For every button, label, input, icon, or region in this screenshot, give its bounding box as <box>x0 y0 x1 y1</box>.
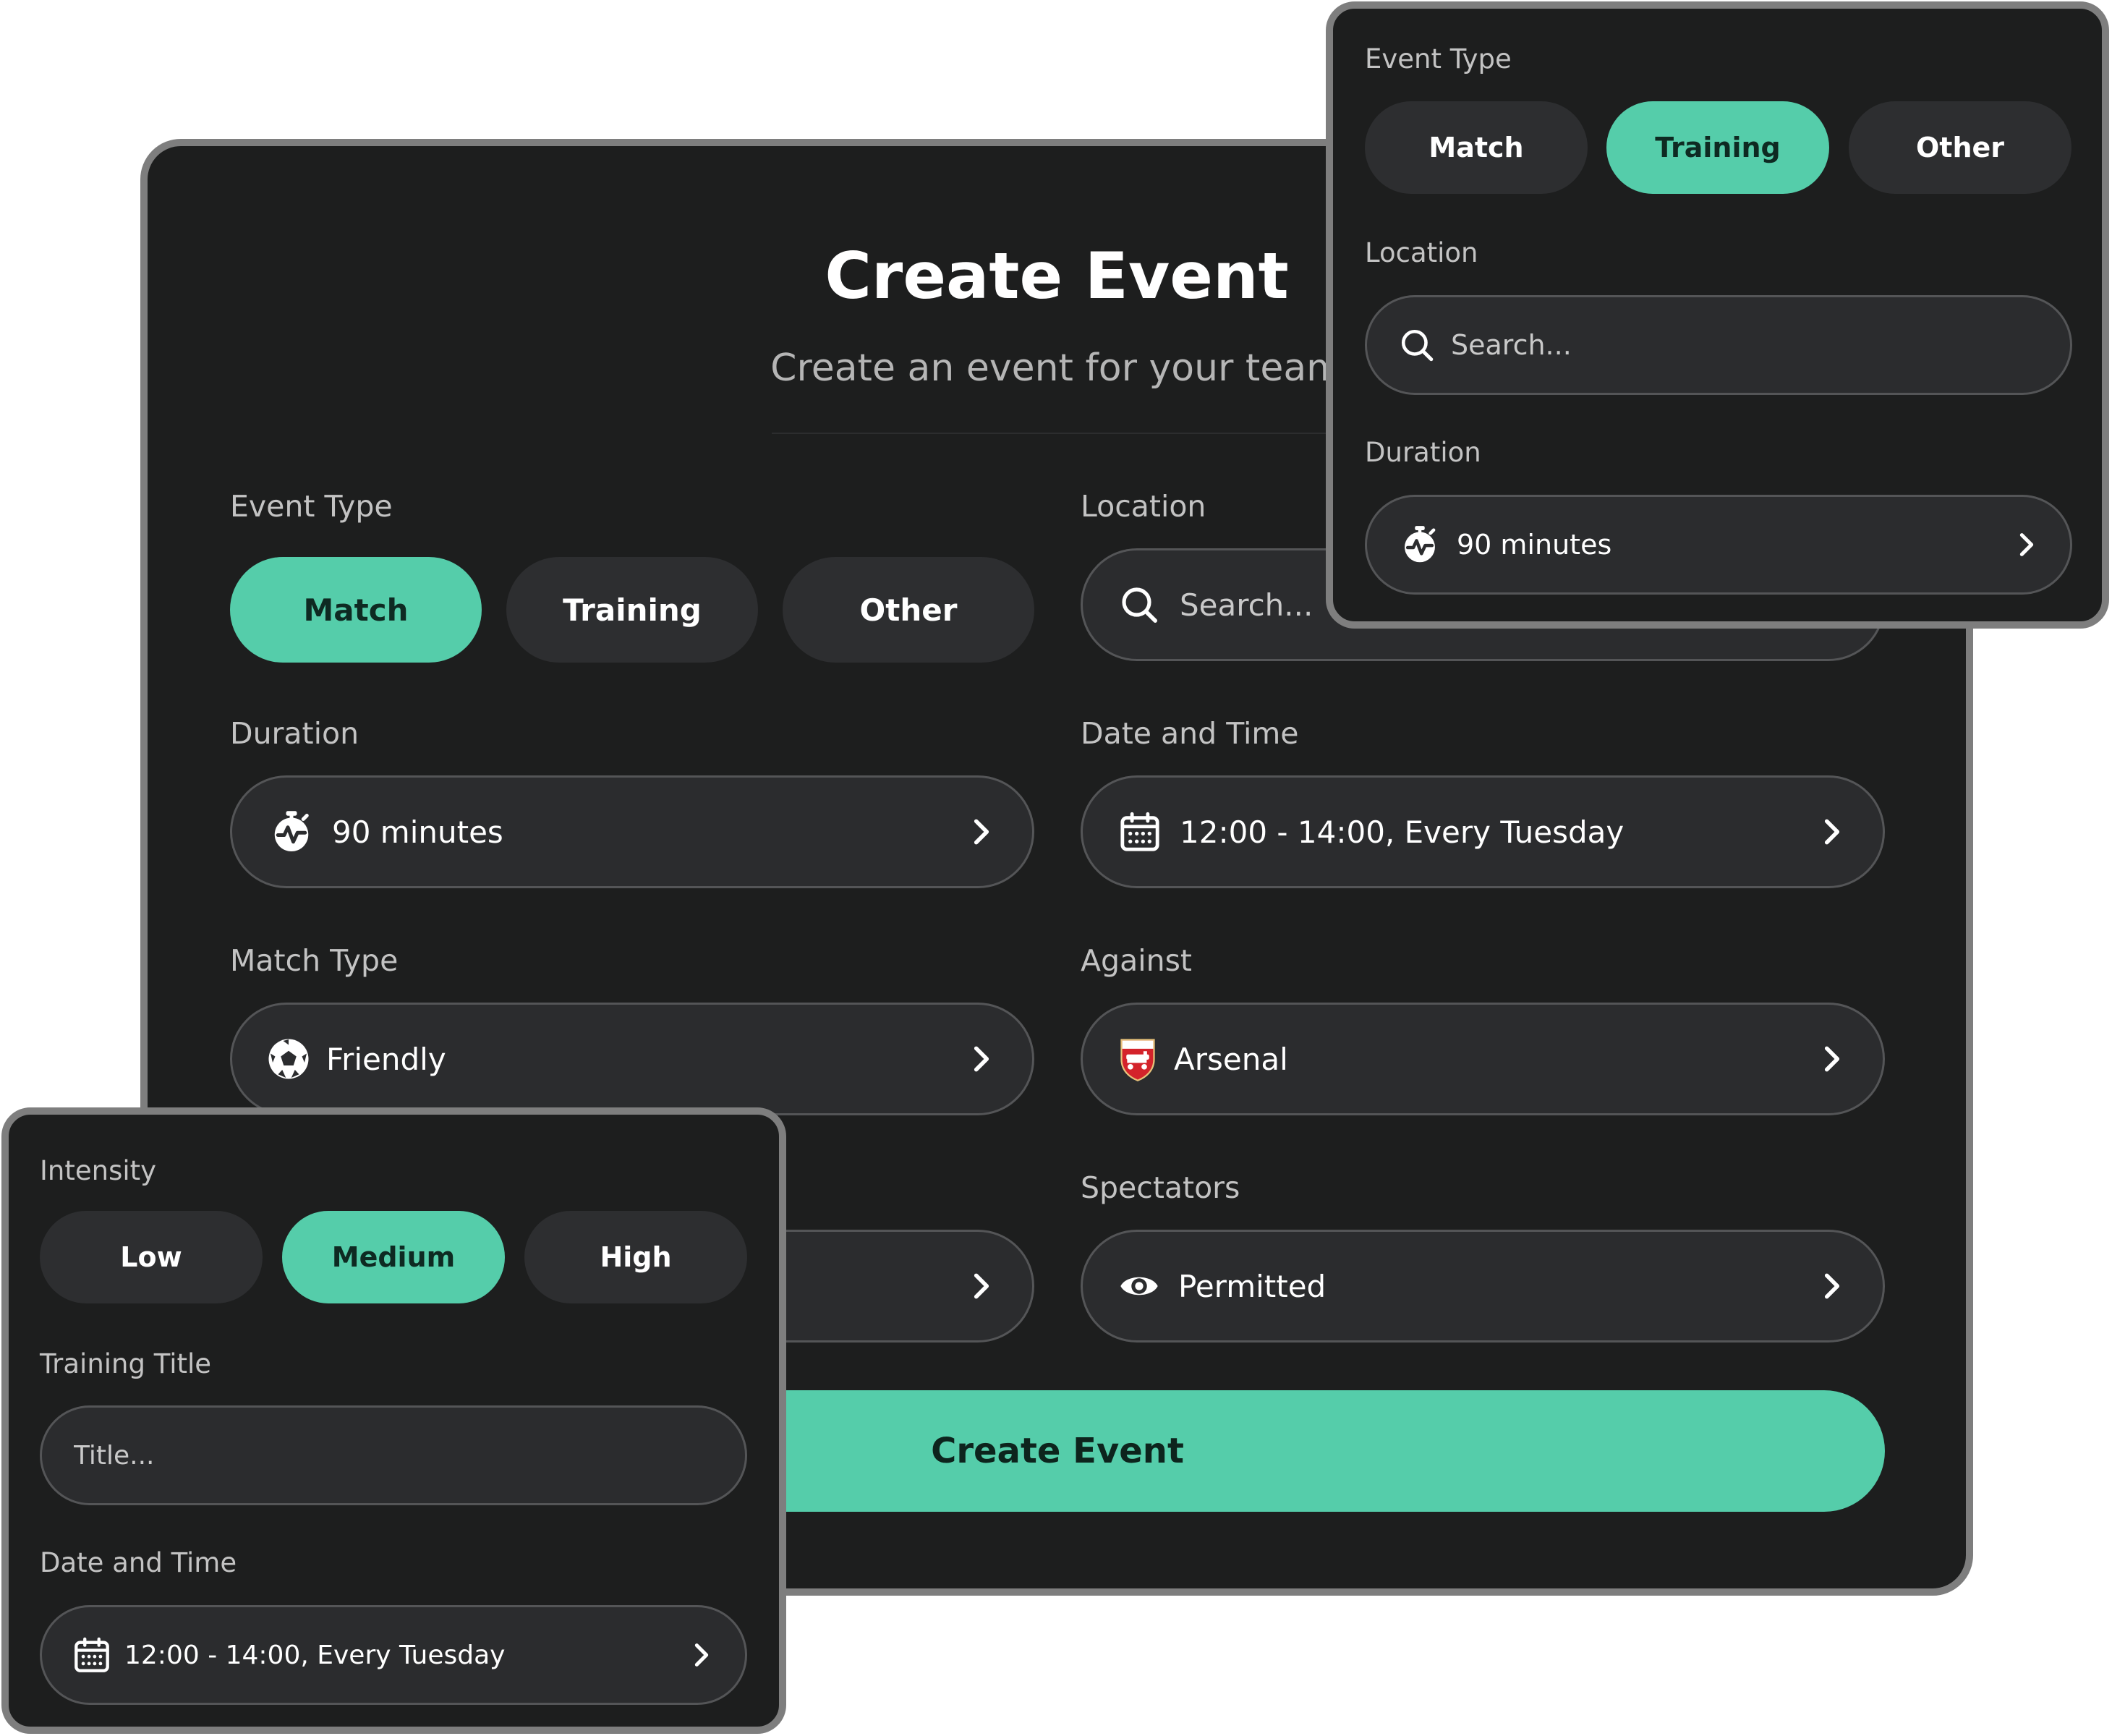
date-time-value: 12:00 - 14:00, Every Tuesday <box>124 1640 506 1670</box>
search-icon <box>1399 327 1435 363</box>
against-select[interactable]: Arsenal <box>1081 1003 1885 1115</box>
duration-label: Duration <box>230 716 359 751</box>
chevron-right-icon <box>1816 1270 1848 1302</box>
intensity-low-option[interactable]: Low <box>40 1211 263 1303</box>
location-label: Location <box>1365 237 1478 268</box>
chevron-right-icon <box>2012 530 2041 559</box>
chevron-right-icon <box>1816 1043 1848 1075</box>
training-event-panel: Event Type Match Training Other Location… <box>1326 1 2109 629</box>
training-details-panel: Intensity Low Medium High Training Title… <box>1 1107 786 1734</box>
header-divider <box>772 433 1342 434</box>
calendar-icon <box>72 1635 111 1675</box>
spectators-select[interactable]: Permitted <box>1081 1230 1885 1343</box>
event-type-label: Event Type <box>1365 43 1512 75</box>
match-type-value: Friendly <box>326 1041 446 1077</box>
spectators-label: Spectators <box>1081 1170 1240 1205</box>
location-search-placeholder: Search... <box>1451 329 1572 361</box>
stopwatch-icon <box>270 810 313 854</box>
event-type-other-option[interactable]: Other <box>1849 101 2071 194</box>
eye-icon <box>1119 1266 1159 1306</box>
date-time-select[interactable]: 12:00 - 14:00, Every Tuesday <box>40 1605 747 1705</box>
location-label: Location <box>1081 489 1206 524</box>
intensity-label: Intensity <box>40 1155 157 1186</box>
date-time-label: Date and Time <box>40 1547 237 1578</box>
duration-value: 90 minutes <box>332 814 503 850</box>
duration-label: Duration <box>1365 437 1481 468</box>
chevron-right-icon <box>966 1270 997 1302</box>
event-type-training-option[interactable]: Training <box>506 557 758 663</box>
calendar-icon <box>1119 811 1161 853</box>
date-time-value: 12:00 - 14:00, Every Tuesday <box>1180 814 1625 850</box>
date-time-select[interactable]: 12:00 - 14:00, Every Tuesday <box>1081 775 1885 888</box>
chevron-right-icon <box>687 1641 716 1669</box>
training-title-placeholder: Title... <box>74 1440 155 1471</box>
event-type-training-option[interactable]: Training <box>1606 101 1829 194</box>
arsenal-crest-icon <box>1117 1036 1158 1082</box>
chevron-right-icon <box>1816 816 1848 848</box>
event-type-match-option[interactable]: Match <box>230 557 482 663</box>
soccer-ball-icon <box>267 1037 310 1081</box>
duration-select[interactable]: 90 minutes <box>230 775 1034 888</box>
match-type-select[interactable]: Friendly <box>230 1003 1034 1115</box>
duration-value: 90 minutes <box>1457 529 1612 561</box>
duration-select[interactable]: 90 minutes <box>1365 495 2072 595</box>
event-type-match-option[interactable]: Match <box>1365 101 1588 194</box>
intensity-medium-option[interactable]: Medium <box>282 1211 505 1303</box>
chevron-right-icon <box>966 1043 997 1075</box>
event-type-other-option[interactable]: Other <box>783 557 1034 663</box>
against-value: Arsenal <box>1174 1041 1288 1077</box>
event-type-label: Event Type <box>230 489 393 524</box>
stopwatch-icon <box>1400 525 1439 564</box>
against-label: Against <box>1081 943 1193 978</box>
training-title-input[interactable]: Title... <box>40 1405 747 1505</box>
search-icon <box>1119 584 1159 625</box>
training-title-label: Training Title <box>40 1348 212 1379</box>
location-search-input[interactable]: Search... <box>1365 295 2072 395</box>
chevron-right-icon <box>966 816 997 848</box>
match-type-label: Match Type <box>230 943 399 978</box>
spectators-value: Permitted <box>1178 1268 1327 1304</box>
date-time-label: Date and Time <box>1081 716 1299 751</box>
intensity-high-option[interactable]: High <box>524 1211 747 1303</box>
